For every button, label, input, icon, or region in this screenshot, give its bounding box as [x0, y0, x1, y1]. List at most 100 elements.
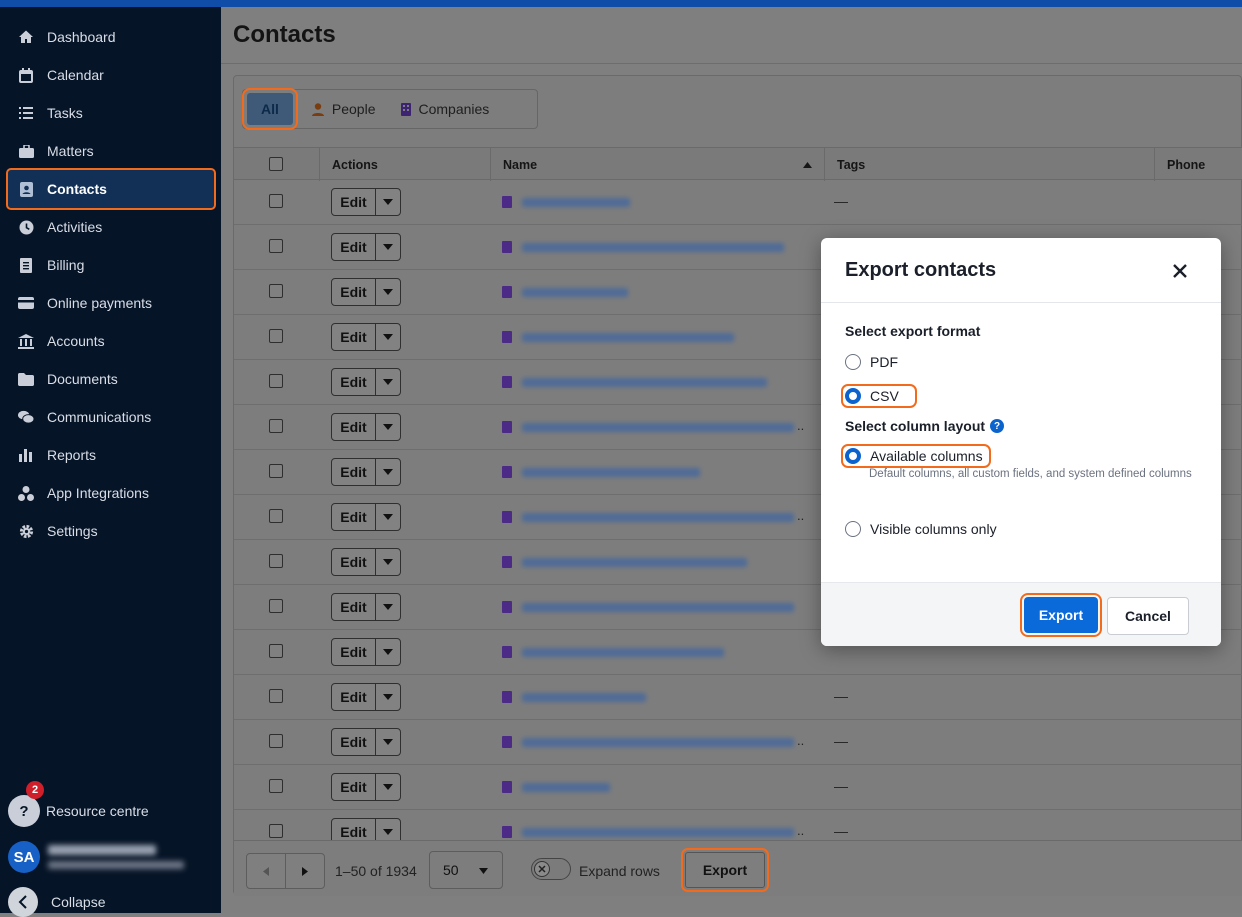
sidebar-item-documents[interactable]: Documents: [8, 360, 214, 398]
building-icon: [502, 646, 512, 658]
edit-button[interactable]: Edit: [332, 774, 376, 800]
dialog-cancel-button[interactable]: Cancel: [1107, 597, 1189, 635]
expand-rows-toggle[interactable]: [531, 858, 571, 880]
edit-button[interactable]: Edit: [332, 639, 376, 665]
edit-dropdown-button[interactable]: [376, 189, 400, 215]
edit-dropdown-button[interactable]: [376, 549, 400, 575]
help-icon[interactable]: ?: [990, 419, 1005, 433]
edit-button[interactable]: Edit: [332, 684, 376, 710]
building-icon: [502, 286, 512, 298]
edit-dropdown-button[interactable]: [376, 369, 400, 395]
contact-name-link[interactable]: [522, 423, 794, 432]
layout-option-available-columns[interactable]: Available columns: [841, 444, 991, 468]
edit-dropdown-button[interactable]: [376, 594, 400, 620]
contact-name-link[interactable]: [522, 468, 700, 477]
sidebar-item-billing[interactable]: Billing: [8, 246, 214, 284]
contact-name-link[interactable]: [522, 288, 628, 297]
edit-dropdown-button[interactable]: [376, 414, 400, 440]
contact-name-link[interactable]: [522, 603, 794, 612]
edit-button[interactable]: Edit: [332, 324, 376, 350]
export-button[interactable]: Export: [681, 848, 769, 892]
edit-button[interactable]: Edit: [332, 369, 376, 395]
select-all-checkbox[interactable]: [269, 157, 283, 171]
row-checkbox[interactable]: [269, 419, 283, 433]
row-checkbox[interactable]: [269, 554, 283, 568]
tab-companies[interactable]: Companies: [388, 93, 502, 125]
sidebar-item-reports[interactable]: Reports: [8, 436, 214, 474]
edit-button[interactable]: Edit: [332, 549, 376, 575]
column-header-name[interactable]: Name: [490, 148, 824, 181]
contact-name-link[interactable]: [522, 648, 724, 657]
row-checkbox[interactable]: [269, 734, 283, 748]
tab-all[interactable]: All: [242, 88, 298, 130]
format-option-label: CSV: [870, 388, 899, 404]
contact-name-link[interactable]: [522, 378, 767, 387]
tags-cell-empty: —: [834, 823, 848, 839]
tab-people[interactable]: People: [299, 93, 389, 125]
row-checkbox[interactable]: [269, 374, 283, 388]
edit-dropdown-button[interactable]: [376, 459, 400, 485]
row-checkbox[interactable]: [269, 239, 283, 253]
caret-down-icon: [383, 379, 393, 385]
edit-button[interactable]: Edit: [332, 234, 376, 260]
sidebar-item-settings[interactable]: Settings: [8, 512, 214, 550]
edit-button[interactable]: Edit: [332, 594, 376, 620]
prev-page-button[interactable]: [246, 853, 286, 889]
format-option-csv[interactable]: CSV: [841, 384, 917, 408]
sidebar-item-tasks[interactable]: Tasks: [8, 94, 214, 132]
edit-button[interactable]: Edit: [332, 414, 376, 440]
caret-down-icon: [383, 244, 393, 250]
sidebar-item-communications[interactable]: Communications: [8, 398, 214, 436]
row-checkbox[interactable]: [269, 779, 283, 793]
dialog-export-button[interactable]: Export: [1020, 593, 1102, 637]
contact-name-link[interactable]: [522, 243, 784, 252]
layout-option-visible-columns[interactable]: Visible columns only: [845, 521, 997, 537]
contact-name-link[interactable]: [522, 738, 794, 747]
row-checkbox[interactable]: [269, 689, 283, 703]
row-checkbox[interactable]: [269, 509, 283, 523]
building-icon: [502, 241, 512, 253]
edit-dropdown-button[interactable]: [376, 234, 400, 260]
contact-name-link[interactable]: [522, 198, 630, 207]
edit-dropdown-button[interactable]: [376, 279, 400, 305]
next-page-button[interactable]: [285, 853, 325, 889]
edit-dropdown-button[interactable]: [376, 504, 400, 530]
row-checkbox[interactable]: [269, 824, 283, 838]
sidebar-item-activities[interactable]: Activities: [8, 208, 214, 246]
contact-name-link[interactable]: [522, 513, 794, 522]
row-checkbox[interactable]: [269, 284, 283, 298]
contact-name-link[interactable]: [522, 828, 794, 837]
user-menu[interactable]: SA: [8, 841, 214, 873]
sidebar-item-calendar[interactable]: Calendar: [8, 56, 214, 94]
sidebar-item-app-integrations[interactable]: App Integrations: [8, 474, 214, 512]
edit-dropdown-button[interactable]: [376, 639, 400, 665]
page-size-select[interactable]: 50: [429, 851, 503, 889]
edit-dropdown-button[interactable]: [376, 774, 400, 800]
contact-name-link[interactable]: [522, 693, 646, 702]
contact-name-link[interactable]: [522, 558, 747, 567]
edit-button[interactable]: Edit: [332, 729, 376, 755]
edit-button[interactable]: Edit: [332, 189, 376, 215]
sidebar-item-contacts[interactable]: Contacts: [6, 168, 216, 210]
close-button[interactable]: [1167, 258, 1193, 284]
receipt-icon: [18, 257, 34, 273]
row-checkbox[interactable]: [269, 194, 283, 208]
sidebar-item-dashboard[interactable]: Dashboard: [8, 18, 214, 56]
sidebar-item-accounts[interactable]: Accounts: [8, 322, 214, 360]
edit-button[interactable]: Edit: [332, 504, 376, 530]
row-checkbox[interactable]: [269, 329, 283, 343]
resource-centre-button[interactable]: ? 2 Resource centre: [8, 781, 214, 827]
row-checkbox[interactable]: [269, 599, 283, 613]
row-checkbox[interactable]: [269, 644, 283, 658]
edit-dropdown-button[interactable]: [376, 324, 400, 350]
sidebar-item-matters[interactable]: Matters: [8, 132, 214, 170]
sidebar-item-online-payments[interactable]: Online payments: [8, 284, 214, 322]
edit-dropdown-button[interactable]: [376, 729, 400, 755]
format-option-pdf[interactable]: PDF: [845, 354, 898, 370]
edit-button[interactable]: Edit: [332, 459, 376, 485]
contact-name-link[interactable]: [522, 333, 734, 342]
contact-name-link[interactable]: [522, 783, 610, 792]
edit-dropdown-button[interactable]: [376, 684, 400, 710]
row-checkbox[interactable]: [269, 464, 283, 478]
edit-button[interactable]: Edit: [332, 279, 376, 305]
